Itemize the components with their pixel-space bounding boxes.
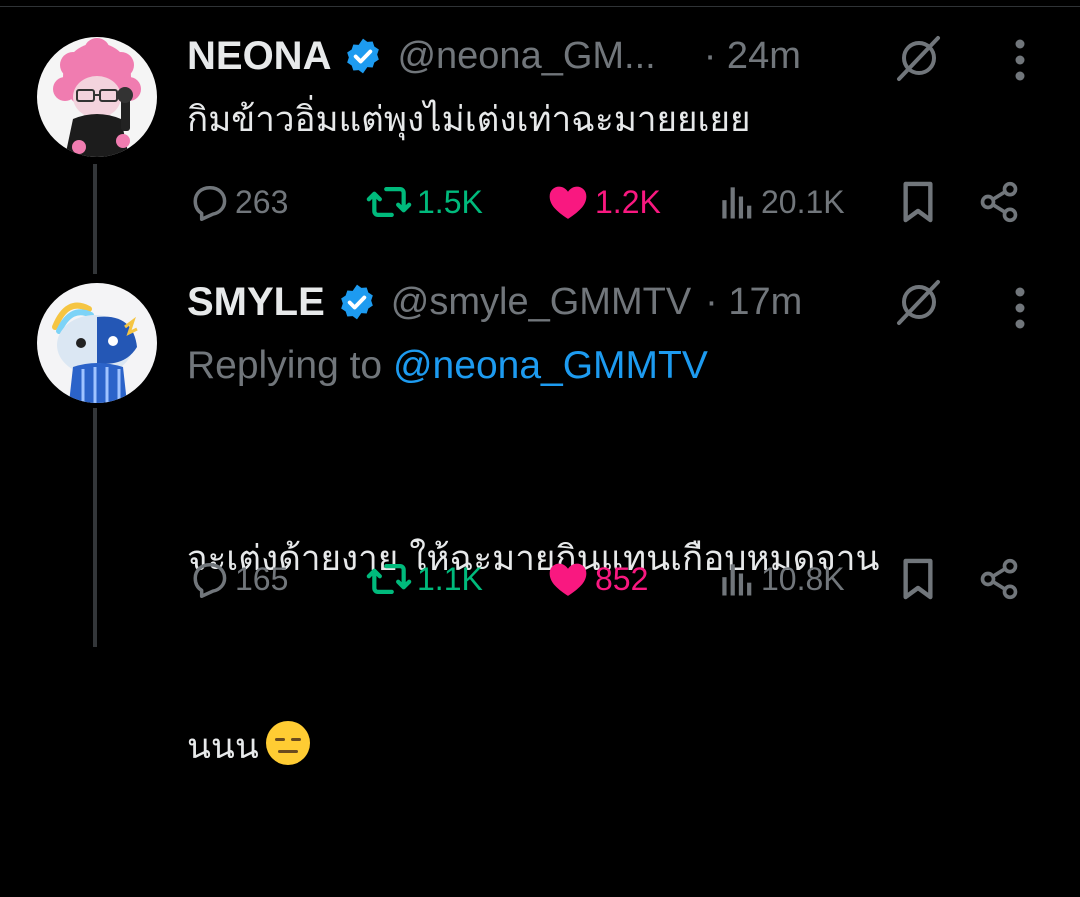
thread-line <box>93 164 97 274</box>
views-count: 10.8K <box>761 560 845 597</box>
reply-button[interactable]: 165 <box>187 554 288 604</box>
avatar-neona[interactable] <box>37 37 157 157</box>
verified-badge-icon <box>337 282 377 322</box>
retweet-button[interactable]: 1.1K <box>365 554 483 604</box>
views-button[interactable]: 10.8K <box>717 554 845 604</box>
like-button[interactable]: 1.2K <box>545 177 661 227</box>
tweet-text-end: นนน <box>187 727 259 767</box>
more-dots-icon[interactable] <box>1010 286 1030 330</box>
retweet-button[interactable]: 1.5K <box>365 177 483 227</box>
replying-to: Replying to @neona_GMMTV <box>187 344 708 388</box>
tweet-text: กิมข้าวอิ่มแต่พุงไม่เต่งเท่าฉะมายยเยย <box>187 100 751 140</box>
display-name[interactable]: NEONA <box>187 34 331 79</box>
reply-icon <box>187 557 231 601</box>
reply-button[interactable]: 263 <box>187 177 288 227</box>
share-icon <box>977 180 1021 224</box>
retweet-icon <box>365 180 413 224</box>
tweet-header: NEONA @neona_GM... · 24m <box>187 31 801 81</box>
timestamp[interactable]: · 24m <box>704 35 801 78</box>
reply-count: 165 <box>235 560 289 597</box>
top-divider <box>0 6 1080 7</box>
verified-badge-icon <box>343 36 383 76</box>
heart-icon <box>545 557 591 601</box>
like-count: 852 <box>595 560 649 597</box>
grok-icon[interactable] <box>894 277 944 327</box>
action-bar: 263 1.5K 1.2K 20.1K <box>187 177 1037 227</box>
share-icon <box>977 557 1021 601</box>
more-dots-icon[interactable] <box>1010 38 1030 82</box>
retweet-icon <box>365 557 413 601</box>
reply-count: 263 <box>235 183 289 220</box>
bookmark-button[interactable] <box>899 177 937 227</box>
expressionless-face-emoji <box>265 720 311 766</box>
views-icon <box>717 180 757 224</box>
bookmark-button[interactable] <box>899 554 937 604</box>
timestamp[interactable]: · 17m <box>705 281 802 324</box>
heart-icon <box>545 180 591 224</box>
retweet-count: 1.5K <box>417 183 483 220</box>
tweet-text: จะเต่งด้ายงาย ให้ฉะมายกินแทนเกือบหมดจาน … <box>187 409 879 897</box>
display-name[interactable]: SMYLE <box>187 280 325 325</box>
tweet-text-line: นนน <box>187 717 879 777</box>
bookmark-icon <box>899 179 937 225</box>
like-button[interactable]: 852 <box>545 554 648 604</box>
bookmark-icon <box>899 556 937 602</box>
reply-icon <box>187 180 231 224</box>
tweet-header: SMYLE @smyle_GMMTV · 17m <box>187 277 802 327</box>
views-button[interactable]: 20.1K <box>717 177 845 227</box>
action-bar: 165 1.1K 852 10.8K <box>187 554 1037 604</box>
replying-prefix: Replying to <box>187 344 383 387</box>
replying-mention-link[interactable]: @neona_GMMTV <box>393 344 708 387</box>
views-icon <box>717 557 757 601</box>
like-count: 1.2K <box>595 183 661 220</box>
retweet-count: 1.1K <box>417 560 483 597</box>
share-button[interactable] <box>977 177 1021 227</box>
thread-line <box>93 408 97 647</box>
share-button[interactable] <box>977 554 1021 604</box>
views-count: 20.1K <box>761 183 845 220</box>
avatar-smyle[interactable] <box>37 283 157 403</box>
handle[interactable]: @smyle_GMMTV <box>391 281 691 324</box>
handle[interactable]: @neona_GM... <box>397 35 655 78</box>
grok-icon[interactable] <box>894 33 944 83</box>
